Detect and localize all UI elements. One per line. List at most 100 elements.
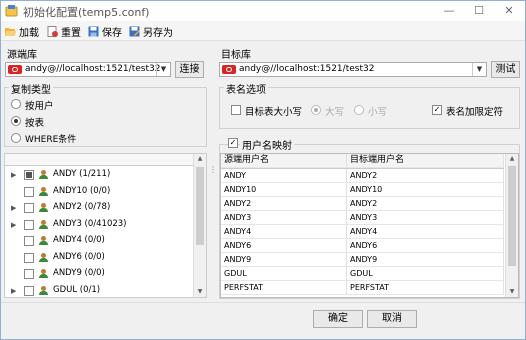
table-row[interactable]: ANDY2 ANDY2 <box>221 197 504 211</box>
source-db-label: 源端库 <box>7 50 37 61</box>
maximize-button[interactable]: ☐ <box>465 2 493 20</box>
tree-row[interactable]: ▶ ANDY (1/211) <box>5 167 193 184</box>
table-row[interactable]: ANDY ANDY2 <box>221 169 504 183</box>
user-name: ANDY9 (0/0) <box>53 268 105 278</box>
source-user-cell[interactable]: ANDY4 <box>221 225 347 239</box>
tree-filter-header <box>5 154 193 166</box>
save-label: 保存 <box>102 27 122 39</box>
source-user-cell[interactable]: ANDY2 <box>221 197 347 211</box>
expand-arrow-icon[interactable]: ▶ <box>11 287 17 295</box>
chevron-down-icon: ▼ <box>472 63 486 76</box>
scroll-up-icon[interactable]: ▲ <box>194 154 206 163</box>
tree-row[interactable]: ANDY10 (0/0) <box>5 184 193 201</box>
scroll-down-icon[interactable]: ▼ <box>194 287 206 296</box>
radio-where-label: WHERE条件 <box>25 135 77 145</box>
cancel-button[interactable]: 取消 <box>367 310 417 328</box>
minimize-button[interactable]: — <box>435 2 463 20</box>
oracle-db-icon <box>222 65 236 74</box>
tree-row[interactable]: ▶ GDUL (0/1) <box>5 283 193 298</box>
target-user-cell[interactable]: GDUL <box>347 267 504 281</box>
target-user-cell[interactable]: ANDY6 <box>347 239 504 253</box>
oracle-db-icon <box>8 65 22 74</box>
grid-scrollbar[interactable]: ▲ ▼ <box>505 154 518 297</box>
target-user-cell[interactable]: ANDY3 <box>347 211 504 225</box>
user-icon <box>39 186 48 196</box>
user-name: ANDY10 (0/0) <box>53 185 111 196</box>
splitter-handle[interactable]: ⋮ <box>209 166 217 180</box>
radio-by-table[interactable] <box>11 116 21 126</box>
user-checkbox[interactable] <box>24 236 34 246</box>
tree-row[interactable]: ANDY4 (0/0) <box>5 233 193 250</box>
ok-button[interactable]: 确定 <box>313 310 363 328</box>
target-user-cell[interactable]: ANDY9 <box>347 253 504 267</box>
lowercase-label: 小写 <box>368 107 388 118</box>
user-checkbox[interactable] <box>24 203 34 213</box>
test-button[interactable]: 测试 <box>491 61 520 78</box>
user-checkbox[interactable] <box>24 252 34 263</box>
reset-icon <box>47 25 58 37</box>
tree-row[interactable]: ANDY9 (0/0) <box>5 266 193 283</box>
user-checkbox[interactable] <box>24 186 34 197</box>
user-checkbox[interactable] <box>24 219 34 230</box>
source-user-cell[interactable]: ANDY9 <box>221 253 347 267</box>
target-case-label: 目标表大小写 <box>245 107 303 118</box>
reset-button[interactable]: 重置 <box>47 23 81 39</box>
tree-row[interactable]: ▶ ANDY3 (0/41023) <box>5 217 193 234</box>
source-user-cell[interactable]: ANDY3 <box>221 211 347 225</box>
user-mapping-title: 用户名映射 <box>240 137 294 152</box>
tree-row[interactable]: ANDY6 (0/0) <box>5 250 193 267</box>
scroll-up-icon[interactable]: ▲ <box>506 154 518 163</box>
scroll-thumb[interactable] <box>508 166 516 266</box>
source-connection-select[interactable]: andy@//localhost:1521/test32 ▼ <box>5 62 171 77</box>
table-row[interactable]: ANDY10 ANDY10 <box>221 183 504 197</box>
radio-uppercase[interactable] <box>311 105 321 115</box>
source-user-cell[interactable]: ANDY6 <box>221 239 347 253</box>
user-checkbox[interactable] <box>24 269 34 279</box>
scroll-thumb[interactable] <box>196 167 204 245</box>
user-icon <box>39 170 48 179</box>
user-icon <box>39 252 48 262</box>
scroll-down-icon[interactable]: ▼ <box>506 287 518 296</box>
title-bar: 初始化配置(temp5.conf) — ☐ ✕ <box>1 1 525 21</box>
table-row[interactable]: ANDY9 ANDY9 <box>221 253 504 267</box>
target-user-cell[interactable]: ANDY2 <box>347 169 504 183</box>
expand-arrow-icon[interactable]: ▶ <box>11 171 17 179</box>
target-user-cell[interactable]: PERFSTAT <box>347 281 504 295</box>
tree-scrollbar[interactable]: ▲ ▼ <box>193 154 206 297</box>
radio-by-user-label: 按用户 <box>25 101 54 112</box>
source-user-cell[interactable]: ANDY10 <box>221 183 347 197</box>
user-icon <box>39 285 48 295</box>
table-row[interactable]: ANDY6 ANDY6 <box>221 239 504 253</box>
close-button[interactable]: ✕ <box>495 2 523 20</box>
radio-where-condition[interactable] <box>11 133 21 143</box>
source-user-cell[interactable]: PERFSTAT <box>221 281 347 295</box>
target-case-checkbox[interactable] <box>231 105 241 115</box>
expand-arrow-icon[interactable]: ▶ <box>11 221 17 229</box>
source-user-cell[interactable]: ANDY <box>221 169 347 183</box>
delimiter-checkbox[interactable]: ✓ <box>432 105 442 115</box>
table-row[interactable]: ANDY3 ANDY3 <box>221 211 504 225</box>
connect-button[interactable]: 连接 <box>175 61 204 78</box>
expand-arrow-icon[interactable]: ▶ <box>11 204 17 212</box>
user-checkbox[interactable] <box>24 170 34 180</box>
table-row[interactable]: GDUL GDUL <box>221 267 504 281</box>
source-user-tree[interactable]: ▲ ▼ ▶ ANDY (1/211) ANDY10 (0/0) ▶ ANDY2 (0/7… <box>4 153 207 298</box>
target-connection-select[interactable]: andy@//localhost:1521/test32 ▼ <box>219 62 487 77</box>
target-user-cell[interactable]: ANDY4 <box>347 225 504 239</box>
save-button[interactable]: 保存 <box>88 23 122 39</box>
target-user-cell[interactable]: ANDY2 <box>347 197 504 211</box>
user-mapping-checkbox[interactable]: ✓ <box>228 138 238 148</box>
save-as-button[interactable]: 另存为 <box>129 23 173 39</box>
table-row[interactable]: PERFSTAT PERFSTAT <box>221 281 504 295</box>
tree-row[interactable]: ▶ ANDY2 (0/78) <box>5 200 193 217</box>
table-row[interactable]: ANDY4 ANDY4 <box>221 225 504 239</box>
target-user-cell[interactable]: ANDY10 <box>347 183 504 197</box>
radio-lowercase[interactable] <box>354 105 364 115</box>
radio-by-user[interactable] <box>11 99 21 109</box>
source-user-cell[interactable]: GDUL <box>221 267 347 281</box>
user-checkbox[interactable] <box>24 285 34 296</box>
col-source-user[interactable]: 源端用户名 <box>221 154 347 168</box>
col-target-user[interactable]: 目标端用户名 <box>347 154 504 168</box>
user-mapping-grid[interactable]: 源端用户名 目标端用户名 ANDY ANDY2 ANDY10 ANDY10 ANDY2 A… <box>220 153 519 298</box>
load-button[interactable]: 加载 <box>5 23 39 39</box>
